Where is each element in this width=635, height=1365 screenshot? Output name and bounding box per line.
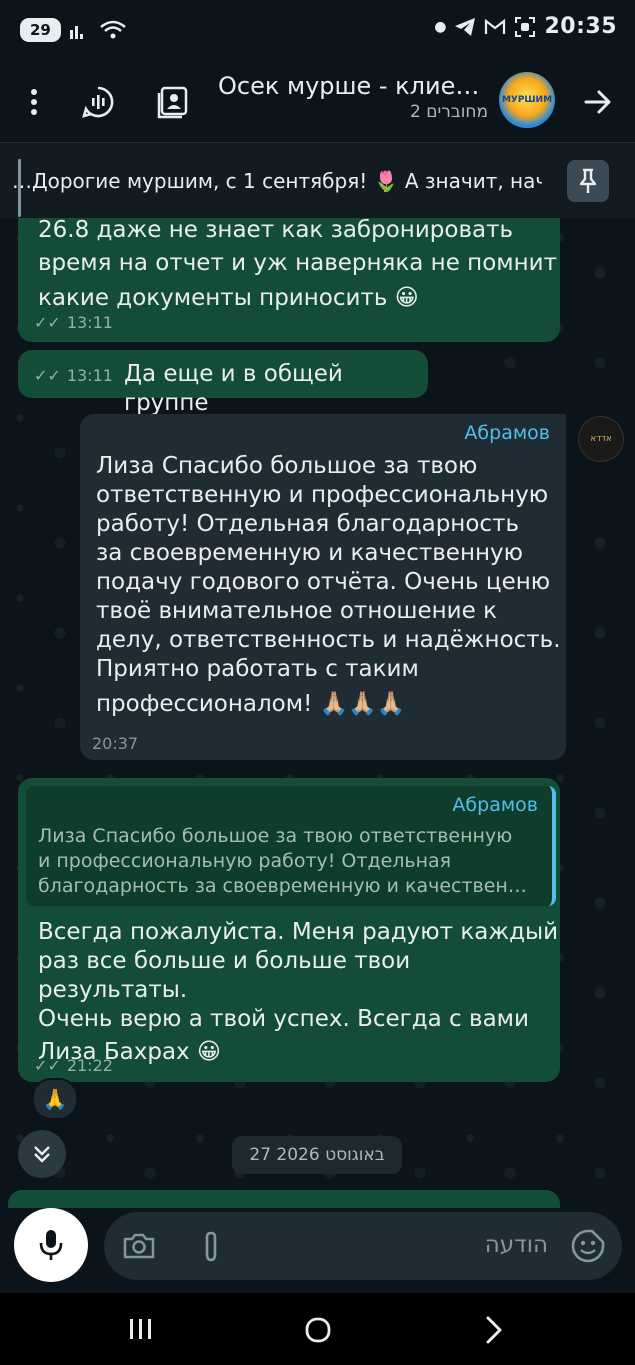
double-chevron-down-icon [34,1146,50,1163]
chat-title: Осек мурше - клиен… [218,72,488,100]
message-time: 20:37 [92,734,139,753]
chat-subtitle: 2 מחוברים [409,102,488,122]
pinned-message-bar[interactable]: …Дорогие муршим, с 1 сентября! 🌷 А значи… [0,142,635,219]
quote-line: благодарность за своевременную и качеств… [38,875,527,897]
message-bubble-outgoing[interactable]: 26.8 даже не знает как забронировать вре… [18,218,560,342]
message-line: какие документы приносить 😀 [38,285,419,311]
chat-title-block[interactable]: Осек мурше - клиен… 2 מחוברים [218,72,488,122]
message-time: 21:22 [66,1056,113,1075]
chat-area[interactable]: 26.8 даже не знает как забронировать вре… [0,218,635,1208]
message-line: делу, ответственность и надёжность. [96,627,561,653]
screenshot-icon [515,16,536,37]
attach-icon[interactable] [200,1230,222,1264]
telegram-icon [455,17,476,36]
message-time: 13:11 [66,366,113,385]
sender-avatar[interactable]: אדדא [578,416,624,462]
message-line: Приятно работать с таким [96,656,419,682]
recent-apps-icon[interactable] [128,1317,154,1341]
clock: 20:35 [544,14,617,39]
contact-card-icon[interactable] [153,82,193,122]
message-line: раз все больше и больше твои результаты. [38,948,411,1003]
system-nav-bar [0,1293,635,1365]
pin-icon[interactable] [567,160,609,202]
quoted-message[interactable]: Абрамов Лиза Спасибо большое за твою отв… [26,786,556,906]
scroll-down-button[interactable] [18,1130,66,1178]
read-receipt-icon: ✓✓ [34,366,61,385]
group-avatar[interactable]: МУРШИМ [499,72,555,128]
status-bar: 29 ● 20:35 [0,0,635,62]
dot-icon: ● [434,18,447,35]
back-nav-icon[interactable] [484,1315,504,1345]
sticker-icon[interactable] [570,1228,606,1264]
message-line: 26.8 даже не знает как забронировать [38,218,514,243]
quote-line: и профессиональную работу! Отдельная [38,850,452,872]
date-separator: 27 באוגוסט 2026 [232,1136,402,1174]
reaction-badge[interactable]: 🙏 [32,1078,78,1120]
message-line: твоё внимательное отношение к [96,598,497,624]
message-bubble-outgoing[interactable]: Абрамов Лиза Спасибо большое за твою отв… [18,778,560,1082]
quote-line: Лиза Спасибо большое за твою ответственн… [38,825,513,847]
message-time: 13:11 [66,313,113,332]
wifi-icon [100,20,126,39]
composer-bar: הודעה [0,1208,635,1293]
voice-chat-icon[interactable] [78,82,118,122]
home-icon[interactable] [304,1316,332,1344]
message-bubble-outgoing[interactable]: ✓✓ 13:11 Да еще и в общей группе [18,350,428,416]
read-receipt-icon: ✓✓ [34,1056,61,1075]
message-line: работу! Отдельная благодарность [96,511,520,537]
message-line: за своевременную и качественную [96,540,524,566]
message-line: время на отчет и уж наверняка не помнит [38,250,558,276]
message-text: Да еще и в общей группе [124,361,343,416]
message-line: Лиза Спасибо большое за твою [96,453,478,479]
message-line: Всегда пожалуйста. Меня радуют каждый [38,919,559,945]
battery-indicator: 29 [20,18,61,42]
signal-icon [69,26,83,39]
message-line: Очень верю а твой успех. Всегда с вами [38,1006,529,1032]
back-arrow-icon[interactable] [578,82,618,122]
message-line: Лиза Бахрах 😀 [38,1039,221,1065]
read-receipt-icon: ✓✓ [34,313,61,332]
mic-button[interactable] [14,1208,88,1282]
message-placeholder: הודעה [484,1232,548,1258]
message-line: подачу годового отчёта. Очень ценю [96,569,551,595]
sender-name[interactable]: Абрамов [464,422,550,444]
gmail-icon [485,18,506,34]
message-line: профессионалом! 🙏🏼🙏🏼🙏🏼 [96,691,406,717]
quoted-sender: Абрамов [452,794,538,816]
message-bubble-outgoing[interactable] [8,1190,560,1208]
message-bubble-incoming[interactable]: Абрамов Лиза Спасибо большое за твою отв… [80,414,566,760]
camera-icon[interactable] [122,1232,156,1260]
message-line: ответственную и профессиональную [96,482,549,508]
message-input[interactable]: הודעה [104,1212,622,1280]
mic-icon [39,1230,63,1260]
more-options-icon[interactable] [14,82,54,122]
pinned-message-text: …Дорогие муршим, с 1 сентября! 🌷 А значи… [12,169,542,193]
